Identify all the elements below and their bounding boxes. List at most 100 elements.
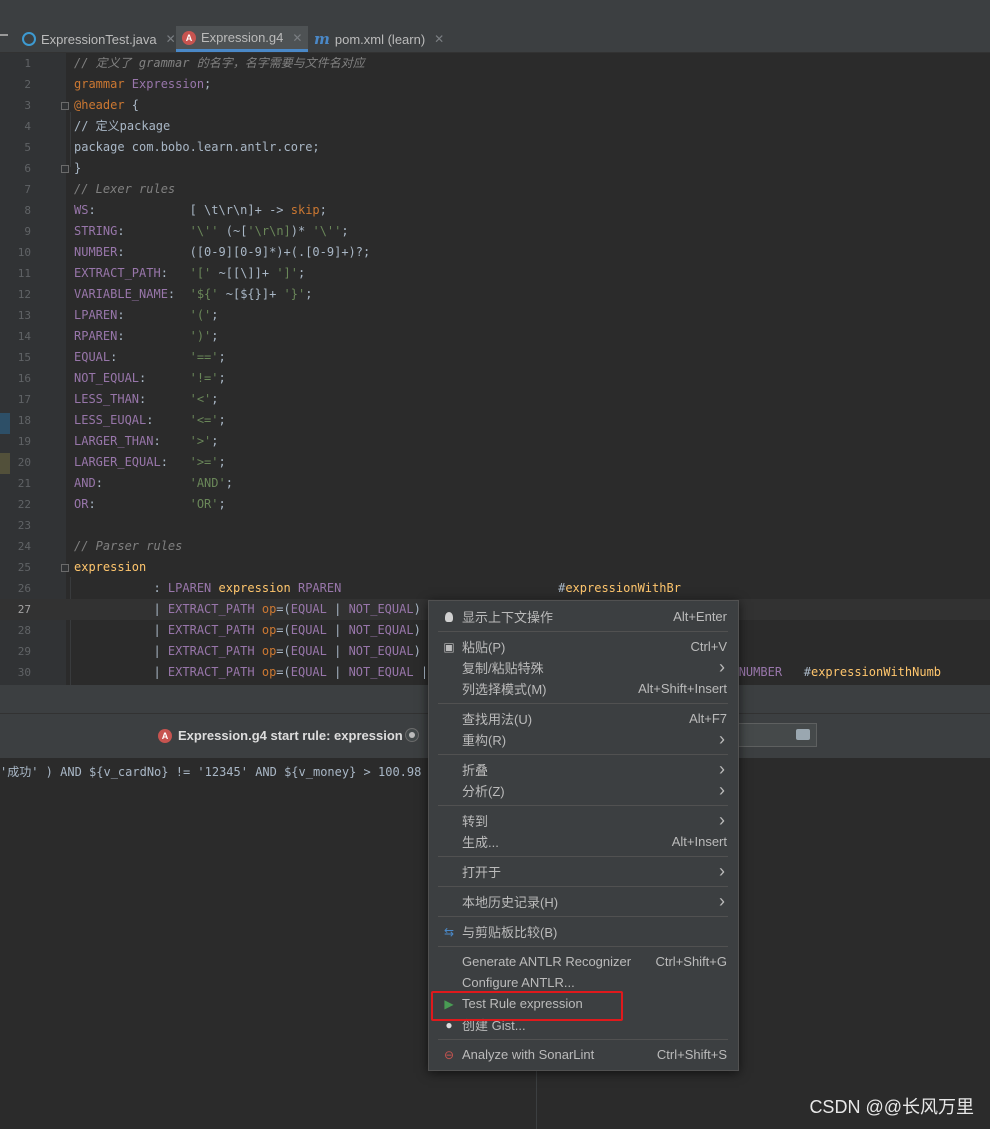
close-icon[interactable]: ✕ (166, 32, 176, 46)
line-number: 6 (24, 162, 31, 175)
close-icon[interactable]: ✕ (434, 32, 444, 46)
menu-item-label: 生成... (462, 835, 499, 850)
code-token: ; (211, 308, 219, 322)
code-token: | (326, 623, 349, 637)
code-token: | (74, 644, 168, 658)
menu-item-9[interactable]: 折叠 › (430, 759, 737, 780)
sonarlint-icon: ⊖ (443, 1047, 455, 1062)
tab-expression-g4[interactable]: A Expression.g4 ✕ (176, 26, 309, 52)
code-line[interactable]: 20 LARGER_EQUAL: '>='; (0, 452, 990, 473)
code-line[interactable]: 23 (0, 515, 990, 536)
code-token: NOT_EQUAL (348, 665, 414, 679)
code-token: LESS_THAN (74, 392, 140, 406)
menu-item-26[interactable]: ⊖ Analyze with SonarLint Ctrl+Shift+S (430, 1044, 737, 1065)
code-token: : (95, 476, 190, 490)
code-line[interactable]: 19 LARGER_THAN: '>'; (0, 431, 990, 452)
code-line[interactable]: 9 STRING: '\'' (~['\r\n])* '\''; (0, 221, 990, 242)
code-token: EXTRACT_PATH (167, 623, 262, 637)
file-input-field[interactable] (735, 723, 817, 747)
highlight-annotation-box (431, 991, 623, 1021)
menu-separator (438, 946, 728, 947)
code-line[interactable]: 2 grammar Expression; (0, 74, 990, 95)
line-number: 10 (17, 246, 31, 259)
code-line[interactable]: 26 : LPAREN expression RPAREN #expressio… (0, 578, 990, 599)
code-token: package com.bobo.learn.antlr.core; (74, 140, 320, 154)
code-line[interactable]: 25 expression (0, 557, 990, 578)
code-line[interactable]: 15 EQUAL: '=='; (0, 347, 990, 368)
code-line[interactable]: 6} (0, 158, 990, 179)
code-token: WS (74, 203, 89, 217)
close-icon[interactable]: ✕ (292, 31, 302, 45)
code-text: : LPAREN expression RPAREN #expressionWi… (74, 578, 680, 599)
code-token: LARGER_THAN (74, 434, 154, 448)
code-line[interactable]: 8 WS: [ \t\r\n]+ -> skip; (0, 200, 990, 221)
code-line[interactable]: 18 LESS_EUQAL: '<='; (0, 410, 990, 431)
code-line[interactable]: 22 OR: 'OR'; (0, 494, 990, 515)
line-number: 12 (17, 288, 31, 301)
line-number: 16 (17, 372, 31, 385)
code-editor[interactable]: 1 // 定义了 grammar 的名字，名字需要与文件名对应 2 grammar E… (0, 53, 990, 685)
code-text: LARGER_THAN: '>'; (74, 431, 219, 452)
menu-item-0[interactable]: 显示上下文操作 Alt+Enter (430, 606, 737, 627)
code-token: '<' (189, 392, 212, 406)
menu-item-4[interactable]: 列选择模式(M) Alt+Shift+Insert (430, 678, 737, 699)
code-line[interactable]: 3 @header { (0, 95, 990, 116)
line-number: 19 (17, 435, 31, 448)
code-token: | (326, 644, 349, 658)
tab-expressiontest-java[interactable]: ExpressionTest.java ✕ (16, 26, 182, 52)
menu-item-21[interactable]: Generate ANTLR Recognizer Ctrl+Shift+G (430, 951, 737, 972)
menu-item-17[interactable]: 本地历史记录(H) › (430, 891, 737, 912)
input-mode-radio[interactable] (405, 728, 419, 742)
code-token: '[' (189, 266, 212, 280)
code-token: '==' (189, 350, 219, 364)
menu-item-3[interactable]: 复制/粘贴特殊 › (430, 657, 737, 678)
menu-item-19[interactable]: ⇆ 与剪贴板比较(B) (430, 921, 737, 942)
code-line[interactable]: 12 VARIABLE_NAME: '${' ~[${}]+ '}'; (0, 284, 990, 305)
code-line[interactable]: 1 // 定义了 grammar 的名字，名字需要与文件名对应 (0, 53, 990, 74)
code-line[interactable]: 5 package com.bobo.learn.antlr.core; (0, 137, 990, 158)
menu-item-6[interactable]: 查找用法(U) Alt+F7 (430, 708, 737, 729)
menu-item-2[interactable]: ▣ 粘贴(P) Ctrl+V (430, 636, 737, 657)
menu-item-22[interactable]: Configure ANTLR... (430, 972, 737, 993)
menu-item-label: 与剪贴板比较(B) (462, 925, 558, 940)
code-line[interactable]: 17 LESS_THAN: '<'; (0, 389, 990, 410)
code-line[interactable]: 10 NUMBER: ([0-9][0-9]*)+(.[0-9]+)?; (0, 242, 990, 263)
code-line[interactable]: 11 EXTRACT_PATH: '[' ~[[\]]+ ']'; (0, 263, 990, 284)
fold-toggle-icon[interactable] (61, 165, 69, 173)
menu-item-12[interactable]: 转到 › (430, 810, 737, 831)
code-token: ; (298, 266, 306, 280)
code-line[interactable]: 14 RPAREN: ')'; (0, 326, 990, 347)
code-token: '(' (189, 308, 212, 322)
code-line[interactable]: 7 // Lexer rules (0, 179, 990, 200)
menu-item-10[interactable]: 分析(Z) › (430, 780, 737, 801)
submenu-arrow-icon: › (719, 729, 725, 749)
tab-pom-xml[interactable]: m pom.xml (learn) ✕ (308, 26, 450, 52)
tab-label: pom.xml (learn) (334, 31, 426, 47)
menu-item-label: Configure ANTLR... (462, 975, 575, 990)
editor-tab-bar: ExpressionTest.java ✕ A Expression.g4 ✕ … (0, 26, 990, 53)
menu-item-7[interactable]: 重构(R) › (430, 729, 737, 750)
fold-toggle-icon[interactable] (61, 564, 69, 572)
tab-overflow-icon[interactable] (0, 34, 8, 36)
folder-icon[interactable] (796, 729, 810, 740)
code-token: { (131, 98, 140, 112)
code-line[interactable]: 13 LPAREN: '('; (0, 305, 990, 326)
code-text: LESS_THAN: '<'; (74, 389, 219, 410)
menu-item-shortcut: Ctrl+V (690, 639, 727, 654)
menu-item-label: 折叠 (462, 763, 489, 778)
code-line[interactable]: 24 // Parser rules (0, 536, 990, 557)
code-line[interactable]: 4 // 定义package (0, 116, 990, 137)
code-token: : [ \t\r\n]+ -> (88, 203, 291, 217)
code-token: EQUAL (290, 602, 327, 616)
menu-item-15[interactable]: 打开于 › (430, 861, 737, 882)
code-token: ; (319, 203, 327, 217)
fold-toggle-icon[interactable] (61, 102, 69, 110)
submenu-arrow-icon: › (719, 657, 725, 677)
code-token: : (117, 224, 190, 238)
code-line[interactable]: 21 AND: 'AND'; (0, 473, 990, 494)
code-line[interactable]: 16 NOT_EQUAL: '!='; (0, 368, 990, 389)
menu-item-shortcut: Alt+Enter (673, 609, 727, 624)
menu-item-13[interactable]: 生成... Alt+Insert (430, 831, 737, 852)
code-token: NOT_EQUAL (74, 371, 140, 385)
